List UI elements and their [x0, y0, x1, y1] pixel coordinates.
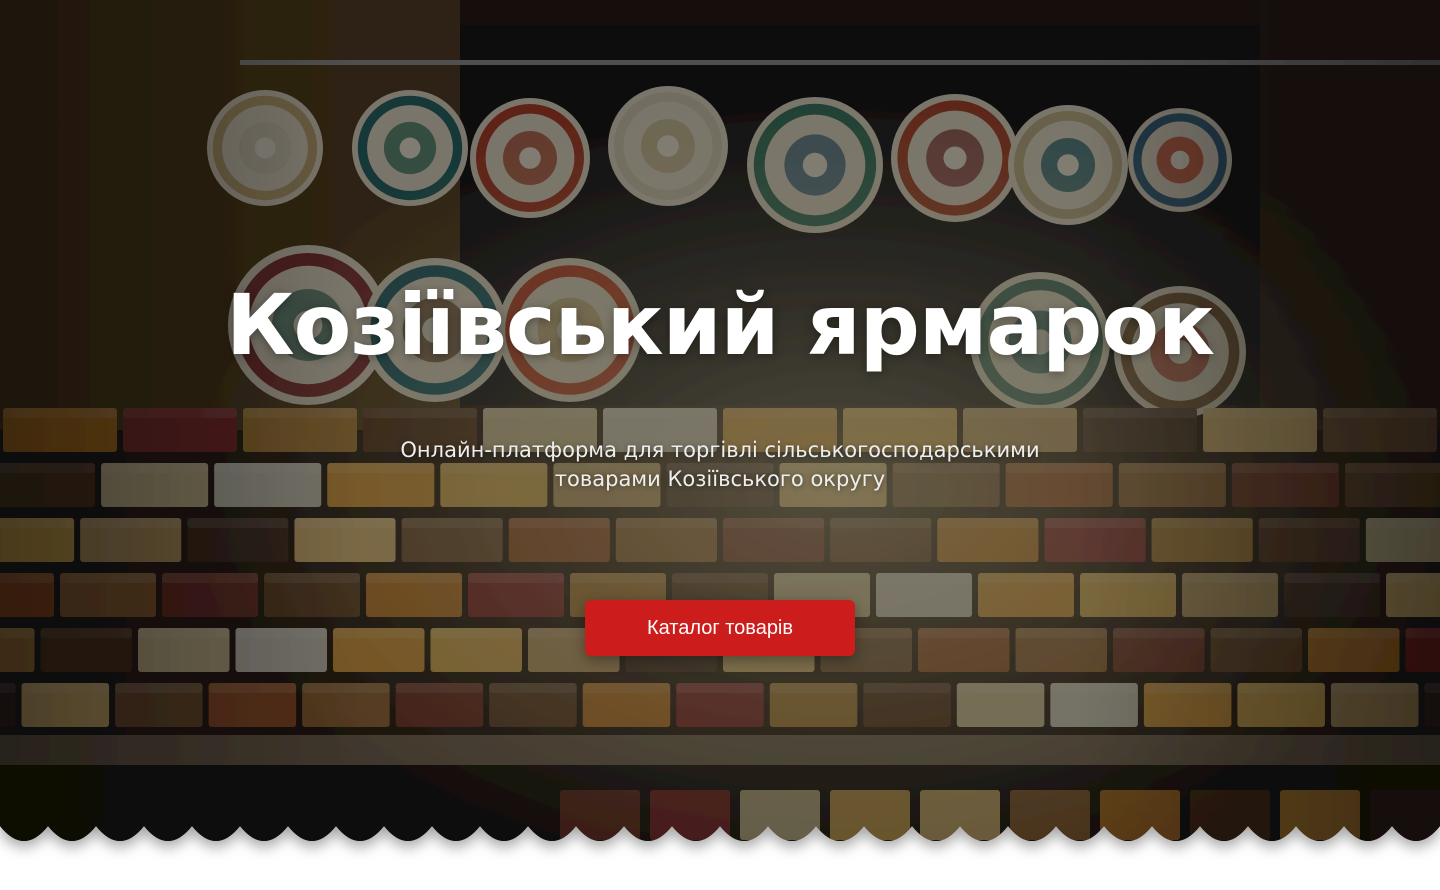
hero-subtitle-line-1: Онлайн-платформа для торгівлі сільського…: [400, 438, 1040, 462]
hero-subtitle: Онлайн-платформа для торгівлі сільського…: [320, 436, 1120, 494]
hero-section: Козіївський ярмарок Онлайн-платформа для…: [0, 0, 1440, 890]
catalog-button[interactable]: Каталог товарів: [585, 600, 855, 656]
hero-subtitle-line-2: товарами Козіївського округу: [554, 467, 886, 491]
page-title: Козіївський ярмарок: [225, 276, 1215, 374]
